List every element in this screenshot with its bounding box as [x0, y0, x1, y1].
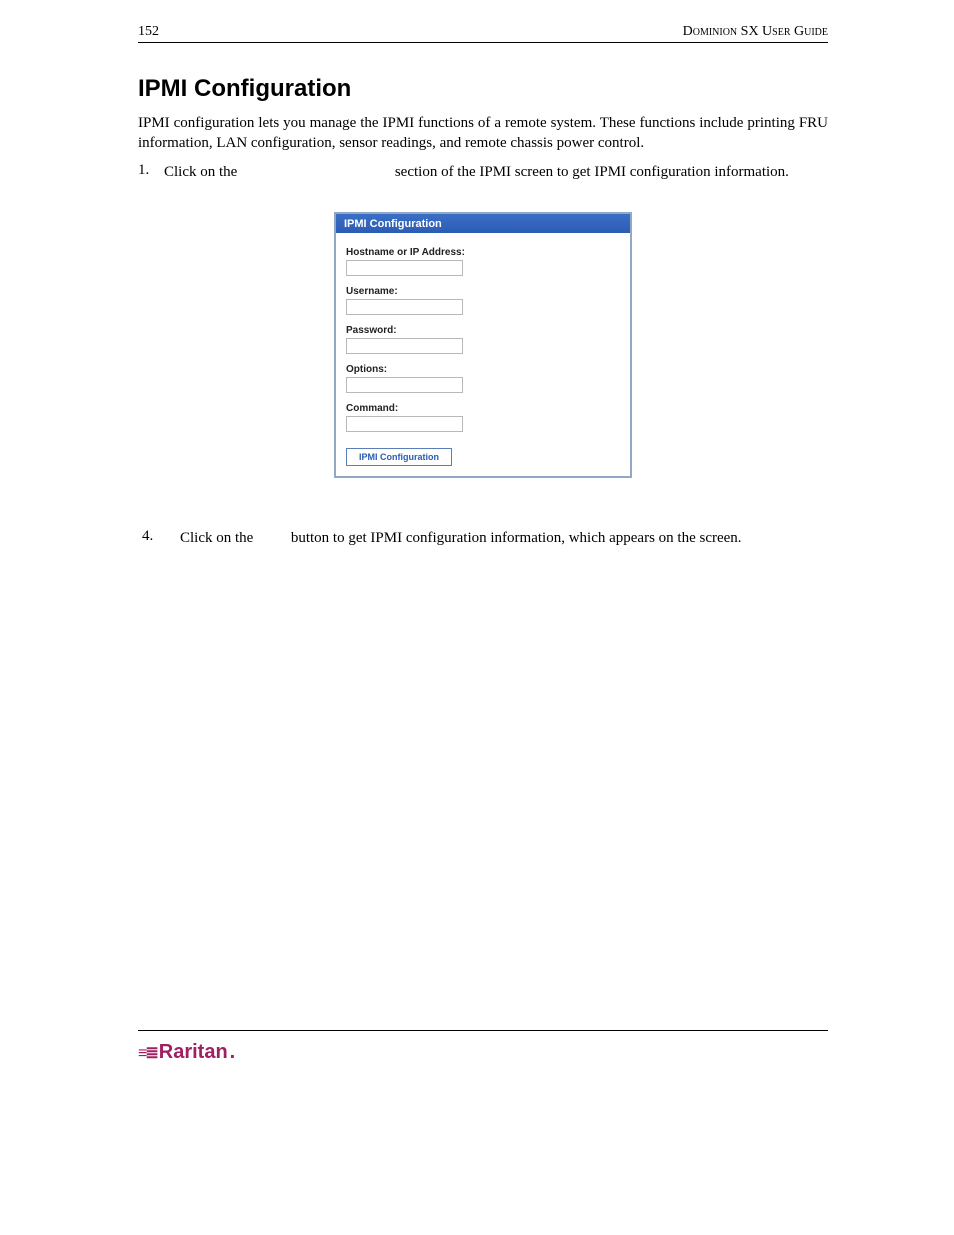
password-input[interactable] [346, 338, 463, 354]
command-label: Command: [346, 403, 620, 414]
step-body: Click on the button to get IPMI configur… [180, 528, 828, 548]
username-label: Username: [346, 286, 620, 297]
step-text-suffix: button to get IPMI configuration informa… [291, 530, 742, 546]
panel-title: IPMI Configuration [336, 214, 630, 233]
section-title: IPMI Configuration [138, 75, 828, 103]
intro-paragraph: IPMI configuration lets you manage the I… [138, 113, 828, 154]
brand-name: Raritan [159, 1041, 228, 1064]
options-input[interactable] [346, 377, 463, 393]
username-input[interactable] [346, 299, 463, 315]
step-body: Click on the section of the IPMI screen … [164, 162, 828, 182]
step-number: 4. [142, 528, 180, 548]
step-text-prefix: Click on the [164, 164, 241, 180]
ipmi-configuration-button[interactable]: IPMI Configuration [346, 448, 452, 466]
page-header: 152 Dominion SX User Guide [138, 24, 828, 43]
embedded-screenshot: IPMI Configuration Hostname or IP Addres… [334, 212, 632, 478]
step-4: 4. Click on the button to get IPMI confi… [142, 528, 828, 548]
step-number: 1. [138, 162, 164, 182]
brand-logo: ≡≣ Raritan. [138, 1041, 828, 1064]
hostname-label: Hostname or IP Address: [346, 247, 620, 258]
step-text-prefix: Click on the [180, 530, 257, 546]
page-footer: ≡≣ Raritan. [138, 1030, 828, 1064]
page-number: 152 [138, 24, 159, 40]
hostname-input[interactable] [346, 260, 463, 276]
step-1: 1. Click on the section of the IPMI scre… [138, 162, 828, 182]
options-label: Options: [346, 364, 620, 375]
brand-icon: ≡≣ [138, 1043, 157, 1063]
step-text-suffix: section of the IPMI screen to get IPMI c… [395, 164, 789, 180]
guide-title: Dominion SX User Guide [683, 24, 828, 40]
password-label: Password: [346, 325, 620, 336]
command-input[interactable] [346, 416, 463, 432]
